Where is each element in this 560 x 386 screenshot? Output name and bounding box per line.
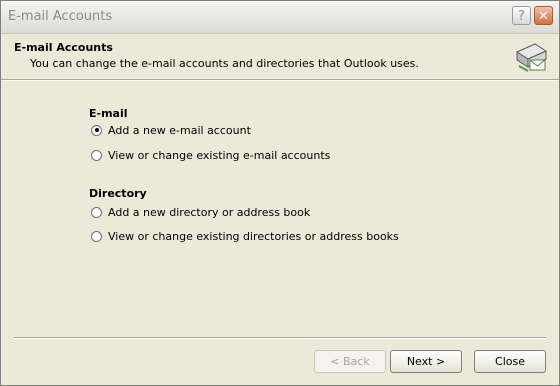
back-button[interactable]: < Back	[314, 350, 386, 373]
option-view-email-accounts[interactable]: View or change existing e-mail accounts	[91, 147, 330, 163]
email-group-label: E-mail	[89, 107, 128, 120]
option-label: View or change existing e-mail accounts	[108, 148, 331, 162]
email-accounts-icon	[515, 43, 548, 72]
header-subtitle: You can change the e-mail accounts and d…	[30, 57, 419, 70]
header-separator	[1, 79, 559, 81]
directory-group-label: Directory	[89, 187, 147, 200]
radio-view-directories[interactable]	[91, 230, 102, 242]
header-title: E-mail Accounts	[14, 41, 113, 54]
close-button[interactable]: Close	[474, 350, 546, 373]
radio-view-email-accounts[interactable]	[91, 149, 102, 161]
option-add-email-account[interactable]: Add a new e-mail account	[91, 122, 251, 138]
help-button[interactable]: ?	[512, 6, 531, 25]
radio-add-directory[interactable]	[91, 206, 102, 218]
option-add-directory[interactable]: Add a new directory or address book	[91, 204, 310, 220]
email-accounts-dialog: E-mail Accounts ? ✕ E-mail Accounts You …	[0, 0, 560, 386]
option-label: Add a new directory or address book	[108, 205, 311, 219]
title-bar[interactable]: E-mail Accounts ? ✕	[1, 1, 559, 34]
option-label: Add a new e-mail account	[108, 123, 251, 137]
radio-add-email-account[interactable]	[91, 124, 102, 136]
footer-separator	[14, 337, 546, 339]
option-view-directories[interactable]: View or change existing directories or a…	[91, 228, 399, 244]
close-window-button[interactable]: ✕	[534, 6, 553, 25]
dialog-header: E-mail Accounts You can change the e-mai…	[1, 34, 559, 79]
option-label: View or change existing directories or a…	[108, 229, 399, 243]
window-title: E-mail Accounts	[8, 9, 113, 24]
next-button[interactable]: Next >	[390, 350, 462, 373]
